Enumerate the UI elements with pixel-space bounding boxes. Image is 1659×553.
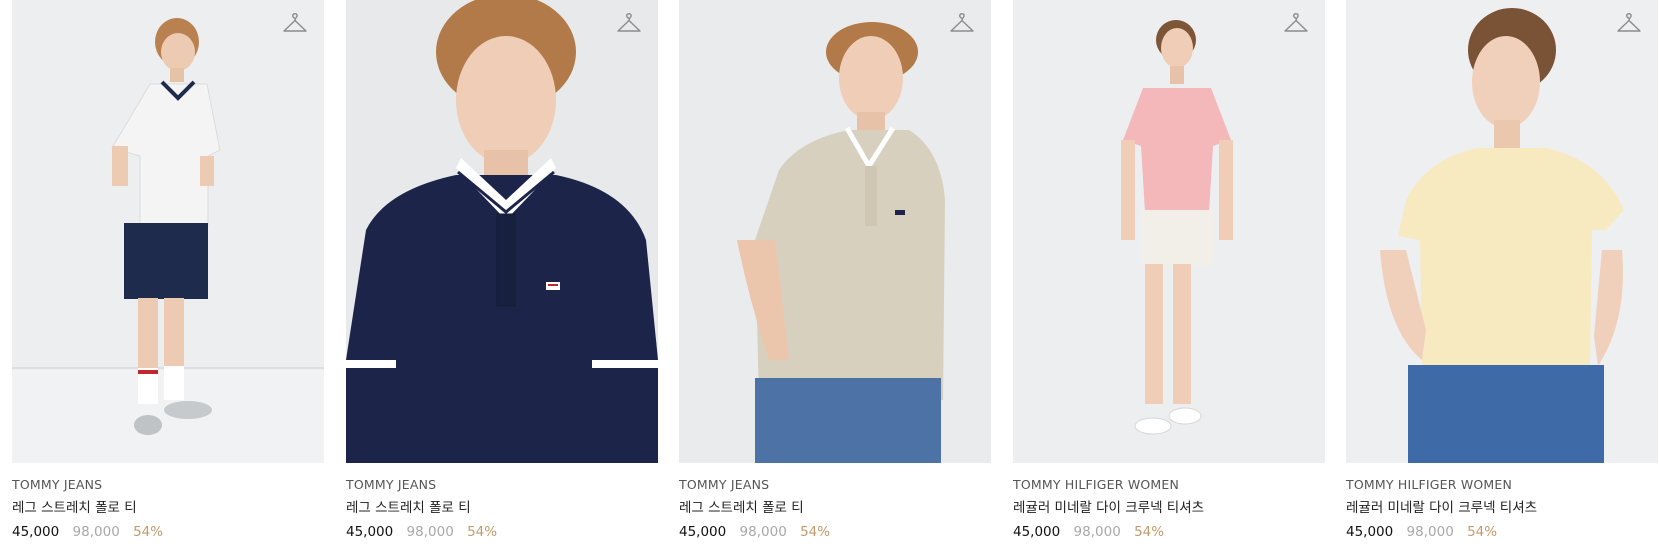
hanger-icon[interactable] (282, 12, 308, 36)
product-brand: TOMMY JEANS (679, 477, 770, 492)
product-brand: TOMMY HILFIGER WOMEN (1013, 477, 1180, 492)
product-photo-yellow-tee (1346, 0, 1658, 463)
product-card[interactable]: TOMMY JEANS 레그 스트레치 폴로 티 45,000 98,000 5… (346, 0, 658, 541)
sale-price: 45,000 (12, 524, 60, 540)
product-image[interactable] (1346, 0, 1658, 463)
product-card[interactable]: TOMMY HILFIGER WOMEN 레귤러 미네랄 다이 크루넥 티셔츠 … (1346, 0, 1658, 541)
discount-rate: 54% (467, 524, 498, 540)
product-image[interactable] (12, 0, 324, 463)
discount-rate: 54% (800, 524, 831, 540)
product-brand: TOMMY JEANS (12, 477, 103, 492)
hanger-icon[interactable] (1616, 12, 1642, 36)
hanger-icon[interactable] (1283, 12, 1309, 36)
sale-price: 45,000 (679, 524, 727, 540)
sale-price: 45,000 (346, 524, 394, 540)
product-name[interactable]: 레귤러 미네랄 다이 크루넥 티셔츠 (1346, 499, 1658, 517)
price-row: 45,000 98,000 54% (1013, 523, 1325, 541)
sale-price: 45,000 (1346, 524, 1394, 540)
price-row: 45,000 98,000 54% (679, 523, 991, 541)
product-name[interactable]: 레그 스트레치 폴로 티 (679, 499, 991, 517)
product-image[interactable] (346, 0, 658, 463)
product-image[interactable] (679, 0, 991, 463)
original-price: 98,000 (1406, 524, 1454, 540)
original-price: 98,000 (739, 524, 787, 540)
product-name[interactable]: 레그 스트레치 폴로 티 (12, 499, 324, 517)
product-card[interactable]: TOMMY HILFIGER WOMEN 레귤러 미네랄 다이 크루넥 티셔츠 … (1013, 0, 1325, 541)
discount-rate: 54% (1134, 524, 1165, 540)
original-price: 98,000 (1073, 524, 1121, 540)
hanger-icon[interactable] (949, 12, 975, 36)
product-name[interactable]: 레그 스트레치 폴로 티 (346, 499, 658, 517)
hanger-icon[interactable] (616, 12, 642, 36)
product-photo-beige-polo (679, 0, 991, 463)
original-price: 98,000 (406, 524, 454, 540)
product-name[interactable]: 레귤러 미네랄 다이 크루넥 티셔츠 (1013, 499, 1325, 517)
product-card[interactable]: TOMMY JEANS 레그 스트레치 폴로 티 45,000 98,000 5… (679, 0, 991, 541)
product-photo-white-polo (12, 0, 324, 463)
price-row: 45,000 98,000 54% (12, 523, 324, 541)
product-grid: TOMMY JEANS 레그 스트레치 폴로 티 45,000 98,000 5… (0, 0, 1659, 553)
price-row: 45,000 98,000 54% (346, 523, 658, 541)
product-brand: TOMMY JEANS (346, 477, 437, 492)
product-image[interactable] (1013, 0, 1325, 463)
price-row: 45,000 98,000 54% (1346, 523, 1658, 541)
product-card[interactable]: TOMMY JEANS 레그 스트레치 폴로 티 45,000 98,000 5… (12, 0, 324, 541)
product-photo-pink-tee (1013, 0, 1325, 463)
original-price: 98,000 (72, 524, 120, 540)
discount-rate: 54% (1467, 524, 1498, 540)
product-photo-navy-polo (346, 0, 658, 463)
discount-rate: 54% (133, 524, 164, 540)
sale-price: 45,000 (1013, 524, 1061, 540)
product-brand: TOMMY HILFIGER WOMEN (1346, 477, 1513, 492)
